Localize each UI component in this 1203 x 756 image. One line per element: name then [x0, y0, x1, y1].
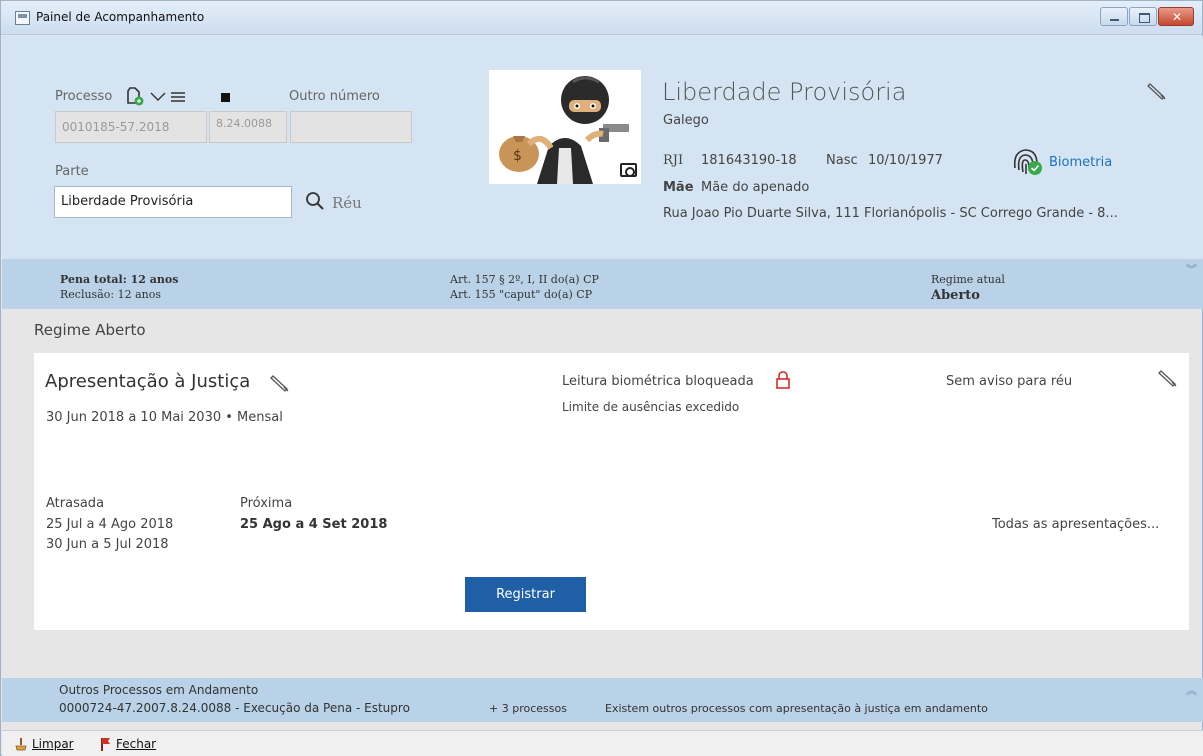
person-address: Rua Joao Pio Duarte Silva, 111 Florianóp… — [663, 206, 1118, 221]
search-icon[interactable] — [305, 191, 325, 211]
biometria-link[interactable]: Biometria — [1049, 155, 1112, 170]
leitura-biometrica: Leitura biométrica bloqueada — [562, 374, 754, 389]
status-bar: Limpar Fechar — [2, 730, 1203, 756]
fechar-button[interactable]: Fechar — [116, 737, 156, 751]
sentence-summary-band: Pena total: 12 anos Reclusão: 12 anos Ar… — [2, 259, 1203, 309]
window-title: Painel de Acompanhamento — [36, 10, 205, 24]
parte-input[interactable]: Liberdade Provisória — [54, 186, 292, 218]
card-title: Apresentação à Justiça — [45, 371, 251, 392]
outro-processo-item[interactable]: 0000724-47.2007.8.24.0088 - Execução da … — [59, 701, 410, 715]
exit-flag-icon[interactable] — [98, 736, 112, 752]
menu-icon[interactable] — [170, 91, 186, 103]
person-name: Liberdade Provisória — [662, 78, 907, 106]
apresentacao-card: Apresentação à Justiça 30 Jun 2018 a 10 … — [34, 353, 1189, 630]
atrasada-label: Atrasada — [46, 496, 105, 511]
mais-processos-link[interactable]: + 3 processos — [489, 702, 567, 715]
close-window-button[interactable] — [1158, 7, 1195, 26]
parte-label: Parte — [55, 164, 89, 179]
nasc-value: 10/10/1977 — [868, 153, 943, 168]
mae-label: Mãe — [663, 180, 694, 195]
proxima-value: 25 Ago a 4 Set 2018 — [240, 517, 388, 532]
app-window: Painel de Acompanhamento Processo Outro … — [0, 0, 1203, 756]
robber-avatar-icon: $ — [499, 76, 629, 184]
alerta-processos: Existem outros processos com apresentaçã… — [605, 702, 988, 715]
processo-number-field[interactable]: 0010185-57.2018 — [55, 111, 207, 143]
artigo-1: Art. 157 § 2º, I, II do(a) CP — [450, 273, 599, 286]
atrasada-item-2: 30 Jun a 5 Jul 2018 — [46, 537, 169, 552]
nasc-label: Nasc — [826, 153, 858, 168]
proxima-label: Próxima — [240, 496, 293, 511]
edit-pencil-icon[interactable] — [1147, 81, 1167, 101]
outros-processos-label: Outros Processos em Andamento — [59, 683, 259, 697]
reclusao: Reclusão: 12 anos — [60, 288, 161, 301]
regime-section-title: Regime Aberto — [34, 321, 146, 339]
outros-processos-band: Outros Processos em Andamento 0000724-47… — [2, 678, 1203, 722]
broom-icon[interactable] — [14, 737, 28, 751]
reu-label: Réu — [332, 194, 362, 212]
outro-numero-label: Outro número — [289, 89, 380, 104]
todas-apresentacoes-link[interactable]: Todas as apresentações... — [992, 517, 1159, 532]
svg-text:$: $ — [513, 148, 522, 164]
regime-atual-value: Aberto — [931, 288, 980, 303]
limite-ausencias: Limite de ausências excedido — [562, 400, 740, 414]
card-period: 30 Jun 2018 a 10 Mai 2030 • Mensal — [46, 410, 283, 425]
lock-icon — [776, 371, 790, 389]
process-header: Processo Outro número 0010185-57.2018 8.… — [2, 36, 1203, 259]
stop-icon[interactable] — [221, 93, 230, 102]
artigo-2: Art. 155 "caput" do(a) CP — [450, 288, 593, 301]
edit-pencil-icon[interactable] — [1158, 368, 1178, 388]
processo-label: Processo — [55, 89, 113, 104]
rji-value: 181643190-18 — [701, 153, 797, 168]
registrar-button[interactable]: Registrar — [465, 577, 586, 612]
atrasada-item-1: 25 Jul a 4 Ago 2018 — [46, 517, 174, 532]
camera-icon[interactable] — [620, 163, 637, 177]
fingerprint-icon[interactable] — [1007, 144, 1047, 178]
person-photo[interactable]: $ — [489, 70, 641, 184]
processo-suffix-field[interactable]: 8.24.0088 — [209, 111, 287, 143]
person-alias: Galego — [663, 113, 709, 128]
title-bar: Painel de Acompanhamento — [1, 1, 1202, 35]
limpar-button[interactable]: Limpar — [32, 737, 74, 751]
minimize-button[interactable] — [1100, 7, 1128, 26]
app-icon — [15, 11, 30, 25]
document-add-icon[interactable] — [126, 86, 144, 106]
mae-value: Mãe do apenado — [701, 180, 810, 195]
aviso-reu: Sem aviso para réu — [946, 374, 1073, 389]
pena-total: Pena total: 12 anos — [60, 273, 179, 286]
collapse-chevron-icon[interactable]: ︽ — [1186, 682, 1197, 698]
outro-numero-field[interactable] — [290, 111, 412, 143]
expand-chevron-icon[interactable]: ︾ — [1186, 261, 1197, 277]
window-controls — [1099, 7, 1195, 26]
rji-label: RJI — [663, 153, 684, 168]
edit-pencil-icon[interactable] — [270, 373, 290, 393]
chevron-down-icon[interactable] — [150, 91, 166, 103]
regime-atual-label: Regime atual — [931, 273, 1005, 286]
maximize-button[interactable] — [1129, 7, 1157, 26]
